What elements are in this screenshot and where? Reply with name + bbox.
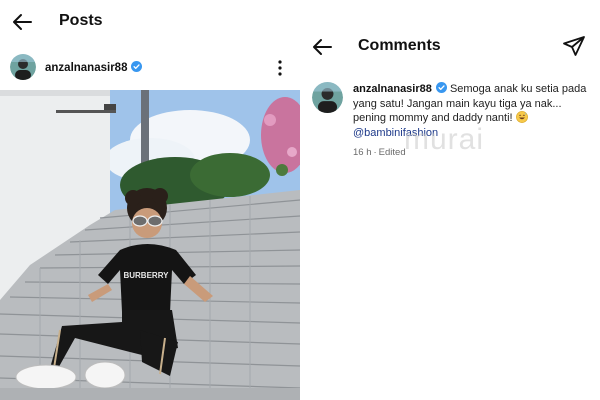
comment-body: anzalnanasir88 Semoga anak ku setia pada… (353, 82, 593, 161)
posts-header: Posts (0, 0, 300, 44)
avatar[interactable] (10, 54, 36, 80)
meta-separator: · (373, 147, 377, 158)
back-arrow-icon[interactable] (310, 35, 334, 59)
comment-edited-label: Edited (378, 147, 406, 158)
post-author-username[interactable]: anzalnanasir88 (45, 61, 143, 74)
send-icon[interactable] (562, 34, 586, 58)
comment-meta: 16 h · Edited (353, 146, 593, 161)
grinning-sweat-emoji-icon (515, 111, 528, 123)
username-text[interactable]: anzalnanasir88 (45, 62, 127, 74)
post-author-row: anzalnanasir88 (0, 52, 300, 84)
post-photo[interactable]: BURBERRY (0, 90, 300, 400)
comments-panel: Comments anzalnanasir88 Semoga anak ku s… (300, 0, 600, 400)
shirt-logo-text: BURBERRY (123, 271, 169, 280)
posts-panel: Posts anzalnanasir88 BURBERRY (0, 0, 300, 400)
comments-title: Comments (358, 37, 441, 54)
back-arrow-icon[interactable] (10, 10, 34, 34)
mention-link[interactable]: @bambinifashion (353, 127, 438, 139)
verified-badge-icon (435, 82, 447, 93)
comments-header: Comments (300, 24, 600, 68)
post-photo-image: BURBERRY (0, 90, 300, 400)
comment-time: 16 h (353, 147, 372, 158)
comment-username[interactable]: anzalnanasir88 (353, 83, 432, 95)
more-options-icon[interactable] (272, 58, 288, 78)
avatar[interactable] (312, 82, 343, 113)
page-title: Posts (59, 12, 103, 29)
verified-badge-icon (131, 61, 143, 72)
